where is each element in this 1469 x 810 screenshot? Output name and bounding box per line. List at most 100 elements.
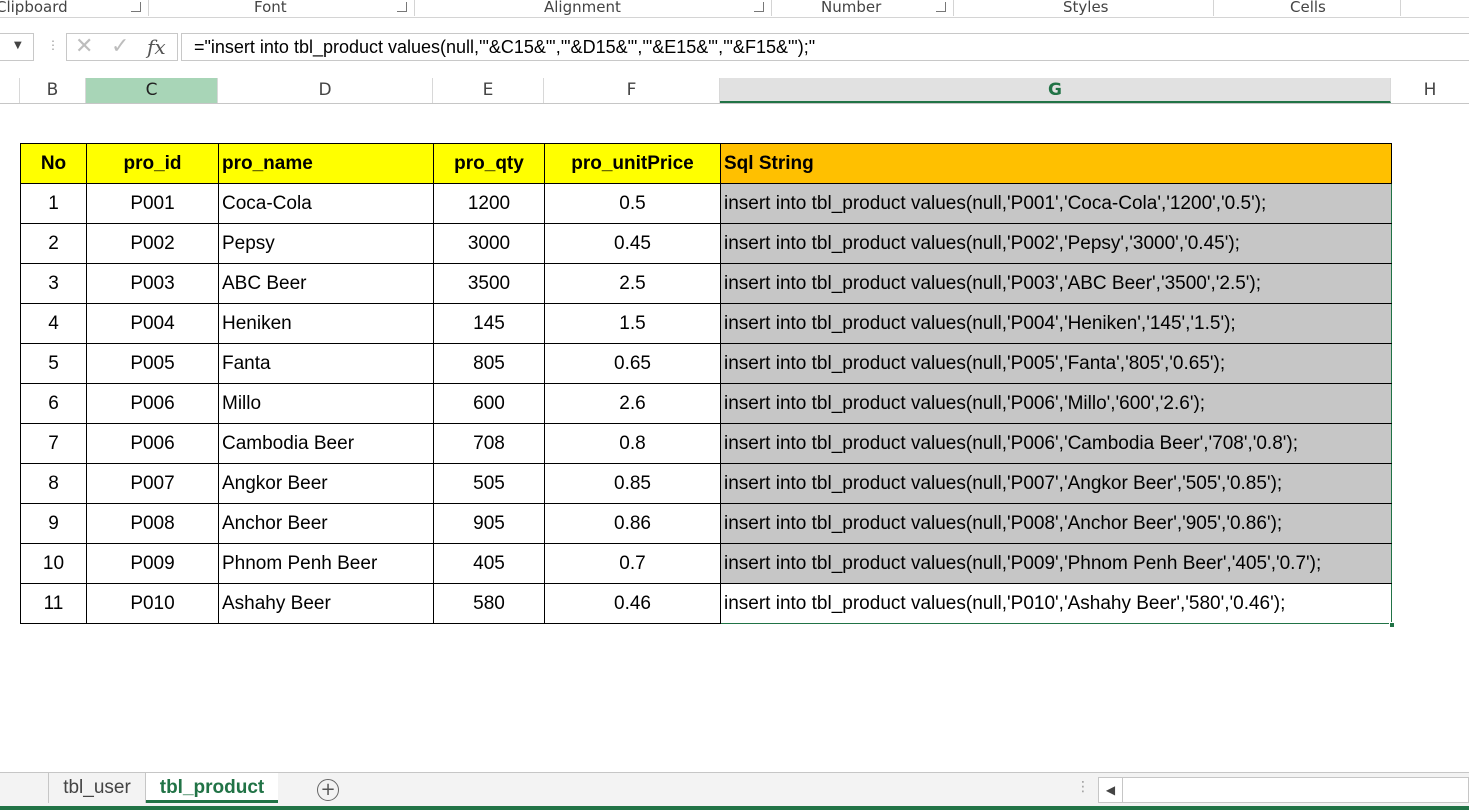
cell-pro-name[interactable]: Cambodia Beer (218, 423, 434, 464)
cell-pro-name[interactable]: Anchor Beer (218, 503, 434, 544)
column-header-f[interactable]: F (544, 78, 720, 103)
cell-pro-id[interactable]: P006 (86, 423, 219, 464)
column-header-h[interactable]: H (1391, 78, 1469, 103)
sheet-grid[interactable]: No pro_id pro_name pro_qty pro_unitPrice… (0, 104, 1469, 772)
cell-no[interactable]: 1 (20, 183, 87, 224)
chevron-down-icon[interactable]: ▼ (14, 40, 22, 51)
fill-handle[interactable] (1389, 622, 1395, 628)
insert-function-icon[interactable]: fx (147, 35, 166, 59)
cell-pro-id[interactable]: P007 (86, 463, 219, 504)
cell-no[interactable]: 6 (20, 383, 87, 424)
cell-no[interactable]: 3 (20, 263, 87, 304)
cell-pro-qty[interactable]: 145 (433, 303, 545, 344)
name-box[interactable]: ▼ (0, 33, 34, 61)
splitter-handle-icon[interactable]: ⋮ (1076, 779, 1090, 795)
column-header-e[interactable]: E (433, 78, 544, 103)
cell-no[interactable]: 8 (20, 463, 87, 504)
cell-pro-id[interactable]: P002 (86, 223, 219, 264)
clipboard-launcher-icon[interactable] (131, 2, 141, 12)
cell-sql-string[interactable]: insert into tbl_product values(null,'P00… (720, 423, 1392, 464)
column-header-g[interactable]: G (720, 78, 1391, 103)
column-header-c[interactable]: C (86, 78, 218, 103)
table-row: 5 P005 Fanta 805 0.65 insert into tbl_product… (20, 343, 1392, 384)
cell-pro-unitprice[interactable]: 0.65 (544, 343, 721, 384)
formula-input[interactable]: ="insert into tbl_product values(null,'"… (181, 33, 1469, 61)
cell-sql-string[interactable]: insert into tbl_product values(null,'P00… (720, 463, 1392, 504)
header-cell-no[interactable]: No (20, 143, 87, 184)
alignment-launcher-icon[interactable] (754, 2, 764, 12)
cell-pro-qty[interactable]: 505 (433, 463, 545, 504)
cell-pro-unitprice[interactable]: 2.6 (544, 383, 721, 424)
cell-no[interactable]: 2 (20, 223, 87, 264)
cell-pro-unitprice[interactable]: 2.5 (544, 263, 721, 304)
cell-sql-string[interactable]: insert into tbl_product values(null,'P00… (720, 543, 1392, 584)
number-launcher-icon[interactable] (936, 2, 946, 12)
cell-sql-string[interactable]: insert into tbl_product values(null,'P00… (720, 263, 1392, 304)
cell-no[interactable]: 9 (20, 503, 87, 544)
column-header-b[interactable]: B (20, 78, 86, 103)
cell-pro-name[interactable]: Ashahy Beer (218, 583, 434, 624)
column-header-d[interactable]: D (218, 78, 433, 103)
cell-sql-string[interactable]: insert into tbl_product values(null,'P00… (720, 503, 1392, 544)
cell-pro-name[interactable]: Phnom Penh Beer (218, 543, 434, 584)
scroll-left-icon[interactable]: ◀ (1099, 778, 1123, 802)
cell-pro-unitprice[interactable]: 0.85 (544, 463, 721, 504)
cell-pro-name[interactable]: Heniken (218, 303, 434, 344)
cell-pro-unitprice[interactable]: 0.46 (544, 583, 721, 624)
cell-no[interactable]: 10 (20, 543, 87, 584)
cell-sql-string[interactable]: insert into tbl_product values(null,'P00… (720, 343, 1392, 384)
tab-tbl-product[interactable]: tbl_product (146, 773, 278, 803)
cell-pro-qty[interactable]: 708 (433, 423, 545, 464)
cell-pro-name[interactable]: Pepsy (218, 223, 434, 264)
cell-pro-name[interactable]: Angkor Beer (218, 463, 434, 504)
cell-sql-string[interactable]: insert into tbl_product values(null,'P00… (720, 303, 1392, 344)
add-sheet-icon[interactable]: + (317, 779, 339, 801)
cell-pro-name[interactable]: Coca-Cola (218, 183, 434, 224)
cell-pro-id[interactable]: P004 (86, 303, 219, 344)
cell-pro-qty[interactable]: 1200 (433, 183, 545, 224)
cell-pro-qty[interactable]: 905 (433, 503, 545, 544)
enter-check-icon[interactable]: ✓ (111, 34, 129, 59)
header-cell-pro-qty[interactable]: pro_qty (433, 143, 545, 184)
cell-pro-unitprice[interactable]: 0.8 (544, 423, 721, 464)
cell-pro-qty[interactable]: 405 (433, 543, 545, 584)
cell-no[interactable]: 11 (20, 583, 87, 624)
cell-pro-unitprice[interactable]: 0.45 (544, 223, 721, 264)
cell-pro-id[interactable]: P010 (86, 583, 219, 624)
cell-pro-id[interactable]: P006 (86, 383, 219, 424)
horizontal-scrollbar[interactable]: ◀ (1098, 777, 1469, 803)
cell-pro-id[interactable]: P005 (86, 343, 219, 384)
cell-pro-qty[interactable]: 3000 (433, 223, 545, 264)
cell-sql-string[interactable]: insert into tbl_product values(null,'P00… (720, 223, 1392, 264)
cell-pro-unitprice[interactable]: 0.7 (544, 543, 721, 584)
header-cell-pro-id[interactable]: pro_id (86, 143, 219, 184)
cell-pro-unitprice[interactable]: 0.5 (544, 183, 721, 224)
cell-sql-string[interactable]: insert into tbl_product values(null,'P01… (720, 583, 1392, 624)
cell-pro-name[interactable]: Fanta (218, 343, 434, 384)
cell-pro-qty[interactable]: 805 (433, 343, 545, 384)
cell-pro-name[interactable]: Millo (218, 383, 434, 424)
drag-handle-icon[interactable]: ⋮ (47, 38, 59, 52)
cell-pro-qty[interactable]: 3500 (433, 263, 545, 304)
cell-sql-string[interactable]: insert into tbl_product values(null,'P00… (720, 383, 1392, 424)
cancel-icon[interactable]: ✕ (75, 34, 93, 59)
cell-pro-qty[interactable]: 600 (433, 383, 545, 424)
cell-pro-unitprice[interactable]: 1.5 (544, 303, 721, 344)
cell-pro-unitprice[interactable]: 0.86 (544, 503, 721, 544)
cell-sql-string[interactable]: insert into tbl_product values(null,'P00… (720, 183, 1392, 224)
header-cell-pro-name[interactable]: pro_name (218, 143, 434, 184)
cell-pro-name[interactable]: ABC Beer (218, 263, 434, 304)
font-launcher-icon[interactable] (397, 2, 407, 12)
cell-pro-id[interactable]: P008 (86, 503, 219, 544)
cell-pro-qty[interactable]: 580 (433, 583, 545, 624)
cell-no[interactable]: 7 (20, 423, 87, 464)
tab-tbl-user[interactable]: tbl_user (48, 773, 146, 803)
column-header-a[interactable] (0, 78, 20, 103)
cell-pro-id[interactable]: P001 (86, 183, 219, 224)
cell-no[interactable]: 5 (20, 343, 87, 384)
cell-pro-id[interactable]: P003 (86, 263, 219, 304)
header-cell-pro-unitprice[interactable]: pro_unitPrice (544, 143, 721, 184)
cell-pro-id[interactable]: P009 (86, 543, 219, 584)
header-cell-sql-string[interactable]: Sql String (720, 143, 1392, 184)
cell-no[interactable]: 4 (20, 303, 87, 344)
